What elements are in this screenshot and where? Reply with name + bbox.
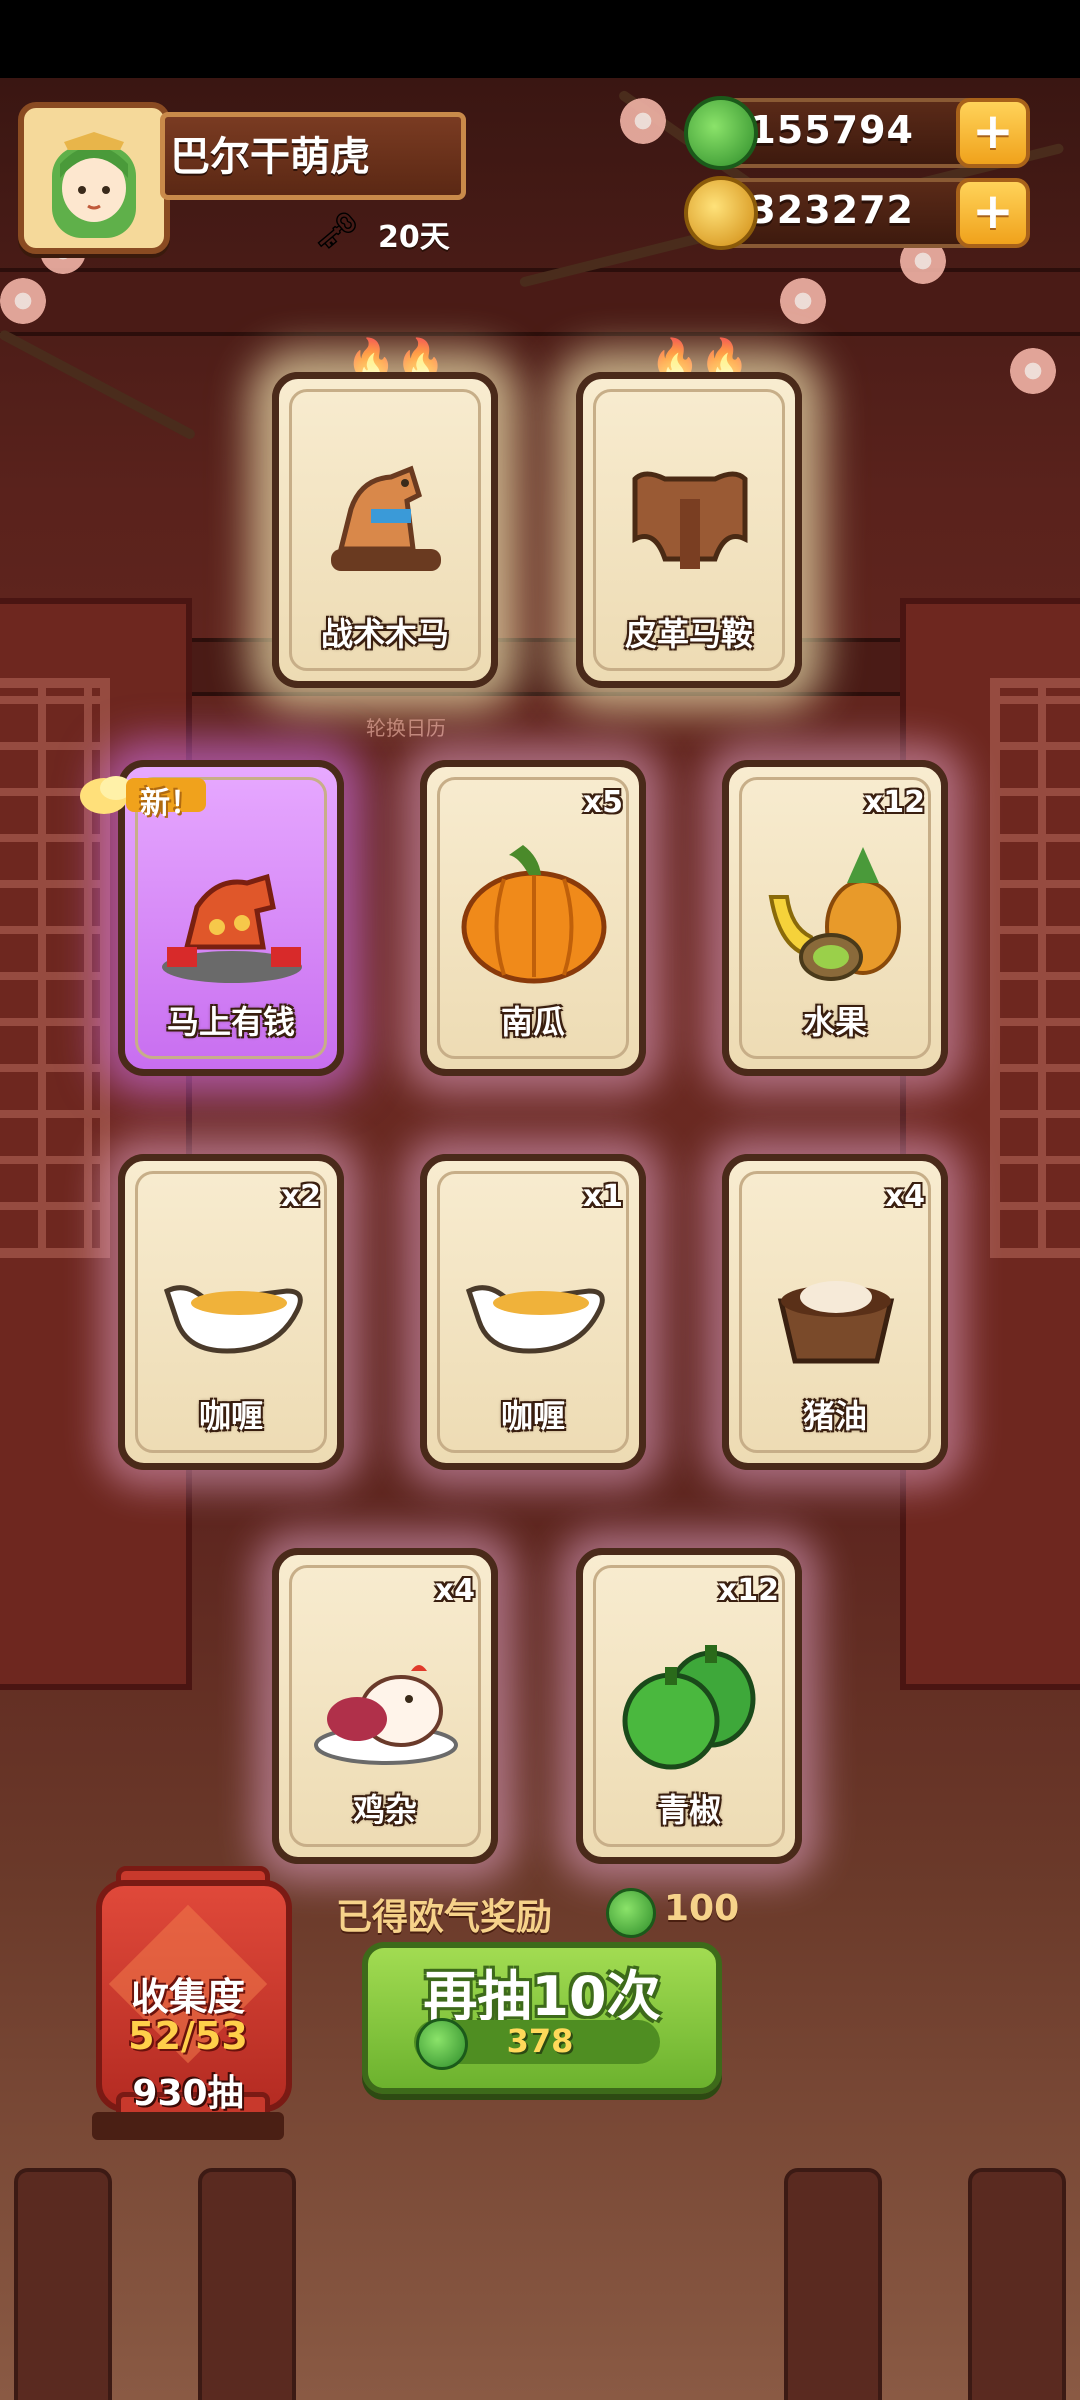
card-green-pepper[interactable]: x12 青椒	[576, 1548, 802, 1864]
green-pepper-icon	[622, 1645, 756, 1770]
new-badge: 新！	[140, 786, 200, 821]
lantern-stand	[92, 2112, 284, 2140]
lard-bowl-icon	[777, 1281, 895, 1364]
item-count: x1	[582, 1179, 623, 1214]
card-tactical-wooden-horse[interactable]: 战术木马	[272, 372, 498, 688]
days-icon: 🗝	[314, 211, 360, 252]
card-lard[interactable]: x4 猪油	[722, 1154, 948, 1470]
card-pumpkin[interactable]: x5 南瓜	[420, 760, 646, 1076]
card-name: 咖喱	[500, 1397, 565, 1435]
blossom	[620, 98, 666, 144]
fence-post	[14, 2168, 112, 2400]
rotation-calendar-label: 轮换日历	[366, 716, 446, 740]
total-draws: 930抽	[132, 2073, 244, 2114]
coin-icon	[684, 176, 758, 250]
fence-post	[784, 2168, 882, 2400]
blossom	[1010, 348, 1056, 394]
luck-reward-value: 100	[664, 1888, 740, 1929]
card-name: 皮革马鞍	[624, 615, 753, 653]
item-count: x12	[863, 785, 925, 820]
card-name: 马上有钱	[166, 1003, 295, 1041]
jade-icon	[416, 2018, 468, 2070]
card-name: 猪油	[802, 1397, 867, 1435]
item-count: x4	[884, 1179, 925, 1214]
gravy-boat-icon	[163, 1285, 303, 1354]
window-lattice	[990, 678, 1080, 1258]
fence-post	[968, 2168, 1066, 2400]
card-name: 水果	[802, 1003, 867, 1041]
add-coin-button[interactable]: +	[956, 178, 1030, 248]
card-name: 南瓜	[500, 1003, 565, 1041]
days-count: 20天	[378, 220, 450, 255]
item-count: x4	[434, 1573, 475, 1608]
item-count: x5	[582, 785, 623, 820]
card-name: 战术木马	[320, 615, 449, 653]
chicken-giblets-icon	[314, 1665, 458, 1765]
money-horse-icon	[162, 873, 302, 983]
blossom	[780, 278, 826, 324]
card-chicken-giblets[interactable]: x4 鸡杂	[272, 1548, 498, 1864]
wooden-horse-icon	[331, 465, 441, 571]
avatar-portrait-icon	[52, 132, 136, 238]
jade-icon	[606, 1888, 656, 1938]
saddle-icon	[632, 471, 748, 569]
luck-reward-label: 已得欧气奖励	[336, 1897, 553, 1938]
collection-title: 收集度	[130, 1975, 245, 2019]
card-name: 青椒	[656, 1791, 721, 1829]
item-count: x2	[280, 1179, 321, 1214]
blossom-branch	[0, 328, 197, 441]
jade-icon	[684, 96, 758, 170]
card-name: 鸡杂	[352, 1791, 417, 1829]
add-jade-button[interactable]: +	[956, 98, 1030, 168]
card-leather-saddle[interactable]: 皮革马鞍	[576, 372, 802, 688]
collection-progress: 52/53	[128, 2014, 248, 2058]
draw-cost: 378	[506, 2022, 574, 2060]
item-count: x12	[717, 1573, 779, 1608]
player-name: 巴尔干萌虎	[170, 134, 370, 180]
card-curry[interactable]: x1 咖喱	[420, 1154, 646, 1470]
fruit-icon	[768, 847, 901, 981]
fence-post	[198, 2168, 296, 2400]
blossom	[0, 278, 46, 324]
pumpkin-icon	[461, 845, 607, 984]
gravy-boat-icon	[465, 1285, 605, 1354]
card-curry[interactable]: x2 咖喱	[118, 1154, 344, 1470]
avatar[interactable]	[18, 102, 170, 254]
card-fruit[interactable]: x12 水果	[722, 760, 948, 1076]
window-lattice	[0, 678, 110, 1258]
jade-amount: 155794	[749, 108, 914, 152]
card-name: 咖喱	[198, 1397, 263, 1435]
